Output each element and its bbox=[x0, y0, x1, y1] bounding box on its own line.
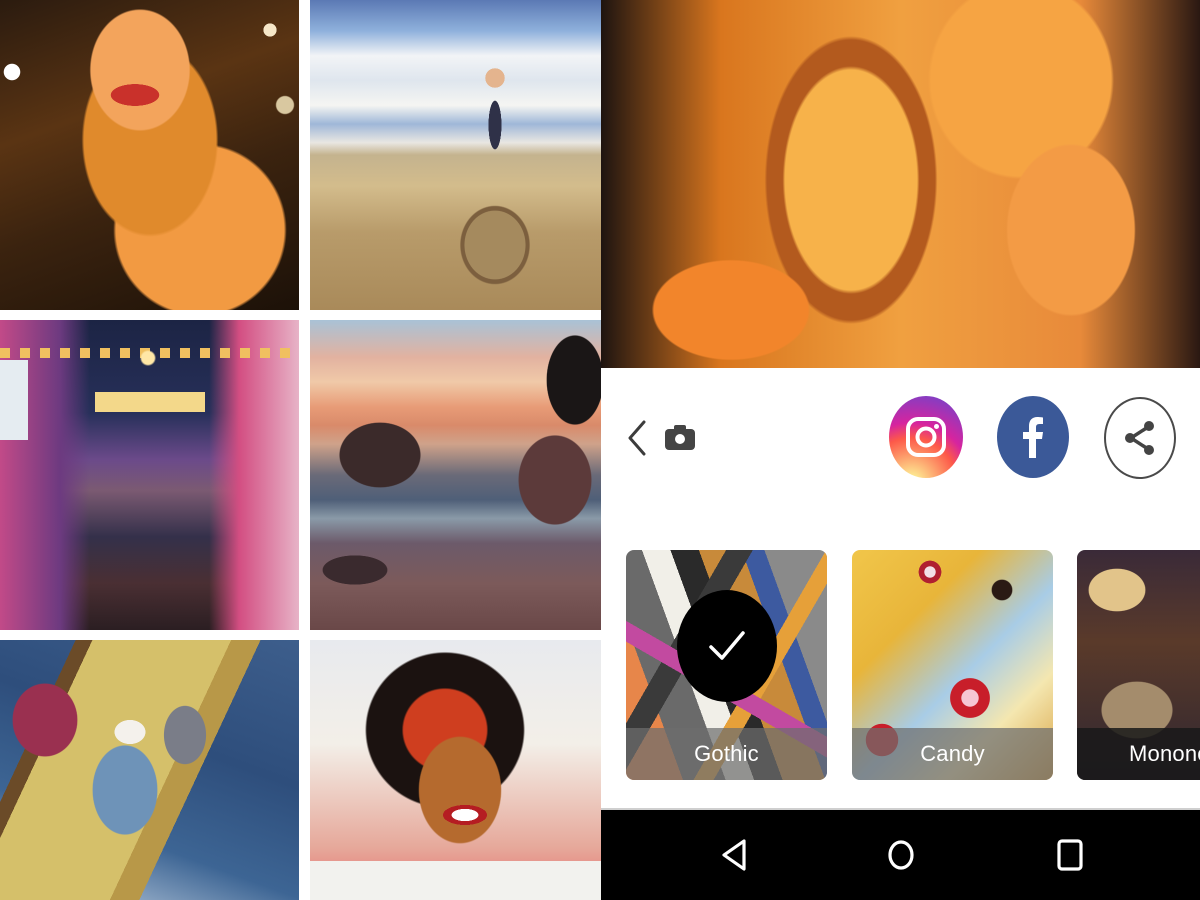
checkmark-icon bbox=[709, 631, 745, 660]
filter-label-mononoke: Mononoke bbox=[1129, 741, 1200, 766]
android-navigation-bar bbox=[601, 808, 1200, 900]
gallery-photo-boat[interactable] bbox=[0, 640, 299, 900]
nav-recent-apps-button[interactable] bbox=[1045, 830, 1095, 880]
filter-label-bar: Mononoke bbox=[1077, 728, 1200, 780]
screenshot-composite: Gothic Candy Mononoke bbox=[0, 0, 1200, 900]
filter-label-candy: Candy bbox=[920, 741, 985, 766]
share-button[interactable] bbox=[1104, 397, 1176, 479]
gallery-photo-woman-hair[interactable] bbox=[0, 0, 299, 310]
camera-button[interactable] bbox=[663, 420, 697, 454]
gallery-photo-night-market[interactable] bbox=[0, 320, 299, 630]
filter-carousel[interactable]: Gothic Candy Mononoke bbox=[601, 550, 1200, 782]
filter-card-gothic[interactable]: Gothic bbox=[626, 550, 827, 780]
gallery-photo-hay-field[interactable] bbox=[310, 0, 601, 310]
selected-indicator bbox=[677, 590, 777, 702]
nav-home-button[interactable] bbox=[876, 830, 926, 880]
facebook-share-button[interactable] bbox=[997, 396, 1069, 478]
filter-label-bar: Gothic bbox=[626, 728, 827, 780]
square-recents-icon bbox=[1057, 839, 1083, 871]
stylized-photo-preview bbox=[601, 0, 1200, 368]
filter-card-mononoke[interactable]: Mononoke bbox=[1077, 550, 1200, 780]
chevron-left-icon bbox=[628, 420, 646, 456]
filter-label-gothic: Gothic bbox=[694, 741, 759, 766]
nav-back-button[interactable] bbox=[709, 830, 759, 880]
circle-home-icon bbox=[888, 840, 914, 870]
gallery-photo-portrait[interactable] bbox=[310, 640, 601, 900]
filter-label-bar: Candy bbox=[852, 728, 1053, 780]
photo-gallery-grid bbox=[0, 0, 601, 900]
instagram-icon bbox=[906, 417, 946, 457]
back-button[interactable] bbox=[623, 418, 651, 458]
facebook-icon bbox=[1023, 417, 1043, 458]
triangle-back-icon bbox=[722, 839, 746, 871]
phone-screen: Gothic Candy Mononoke bbox=[601, 0, 1200, 900]
gallery-photo-rocky-shore[interactable] bbox=[310, 320, 601, 630]
instagram-share-button[interactable] bbox=[889, 396, 963, 478]
filter-card-candy[interactable]: Candy bbox=[852, 550, 1053, 780]
share-icon bbox=[1125, 421, 1154, 455]
camera-icon bbox=[665, 425, 695, 450]
